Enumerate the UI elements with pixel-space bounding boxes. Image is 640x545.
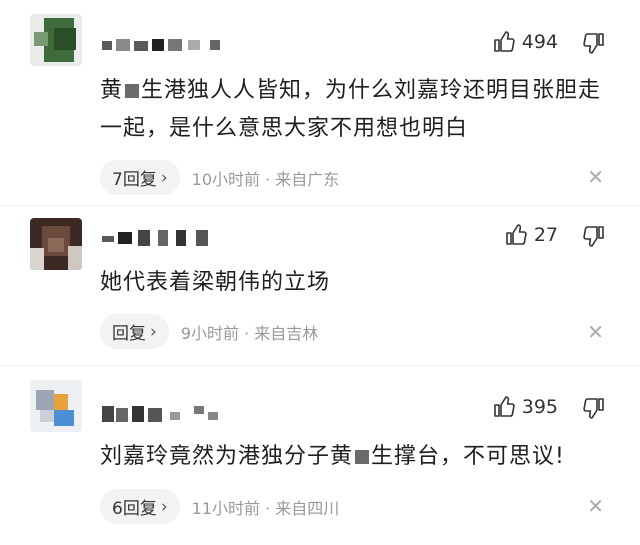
- chevron-right-icon: ›: [160, 167, 168, 188]
- like-button[interactable]: 27: [504, 223, 558, 247]
- dislike-button[interactable]: [582, 31, 606, 55]
- avatar[interactable]: [30, 380, 82, 432]
- like-count: 494: [521, 31, 558, 53]
- comment-item: 395 刘嘉玲竟然为港独分子黄 生撑台，不可思议! 6回复 › 11小时前 · 来…: [0, 365, 640, 545]
- like-button[interactable]: 395: [492, 395, 558, 419]
- like-button[interactable]: 494: [492, 30, 558, 54]
- masked-character: [125, 84, 140, 98]
- comment-meta: 回复 › 9小时前 · 来自吉林: [100, 314, 318, 349]
- avatar[interactable]: [30, 218, 82, 270]
- comment-text: 刘嘉玲竟然为港独分子黄 生撑台，不可思议!: [100, 444, 565, 469]
- thumbs-up-icon: [492, 395, 516, 419]
- comment-meta: 7回复 › 10小时前 · 来自广东: [100, 160, 339, 195]
- like-count: 395: [521, 396, 558, 418]
- masked-character: [355, 450, 370, 464]
- chevron-right-icon: ›: [160, 496, 168, 517]
- comment-text: 黄生港独人人皆知，为什么刘嘉玲还明目张胆走一起，是什么意思大家不用想也明白: [100, 78, 602, 141]
- thumbs-down-icon: [582, 224, 606, 248]
- like-count: 27: [533, 224, 558, 246]
- close-icon[interactable]: ✕: [587, 320, 604, 344]
- dislike-button[interactable]: [582, 396, 606, 420]
- comment-text: 她代表着梁朝伟的立场: [100, 270, 331, 295]
- replies-button[interactable]: 7回复 ›: [100, 160, 180, 195]
- thumbs-up-icon: [504, 223, 528, 247]
- timestamp-location: 9小时前 · 来自吉林: [180, 323, 319, 343]
- avatar[interactable]: [30, 14, 82, 66]
- timestamp-location: 11小时前 · 来自四川: [191, 498, 340, 518]
- close-icon[interactable]: ✕: [587, 494, 604, 518]
- comment-item: 27 她代表着梁朝伟的立场 回复 › 9小时前 · 来自吉林 ✕: [0, 205, 640, 365]
- thumbs-down-icon: [582, 31, 606, 55]
- comment-item: 494 黄生港独人人皆知，为什么刘嘉玲还明目张胆走一起，是什么意思大家不用想也明…: [0, 0, 640, 205]
- timestamp-location: 10小时前 · 来自广东: [191, 169, 340, 189]
- dislike-button[interactable]: [582, 224, 606, 248]
- chevron-right-icon: ›: [150, 321, 157, 342]
- thumbs-down-icon: [582, 396, 606, 420]
- thumbs-up-icon: [492, 30, 516, 54]
- comment-meta: 6回复 › 11小时前 · 来自四川: [100, 489, 339, 524]
- replies-button[interactable]: 6回复 ›: [100, 489, 180, 524]
- reply-button[interactable]: 回复 ›: [100, 314, 169, 349]
- close-icon[interactable]: ✕: [587, 165, 604, 189]
